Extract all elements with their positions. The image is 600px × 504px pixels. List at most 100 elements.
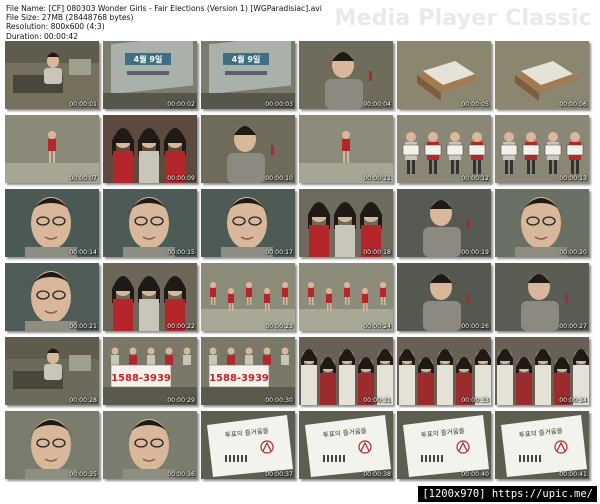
frame-timestamp: 00:00:38 xyxy=(363,471,391,478)
frame-image xyxy=(103,189,197,257)
thumbnail-frame[interactable]: 00:00:33 xyxy=(397,337,491,405)
frame-timestamp: 00:00:04 xyxy=(363,101,391,108)
frame-image xyxy=(495,115,589,183)
frame-timestamp: 00:00:40 xyxy=(461,471,489,478)
thumbnail-frame[interactable]: 00:00:17 xyxy=(201,189,295,257)
frame-image xyxy=(5,41,99,109)
frame-image: 투표의 즐거움을 xyxy=(299,411,393,479)
frame-image: 4월 9일 xyxy=(103,41,197,109)
thumbnail-frame[interactable]: 4월 9일 00:00:02 xyxy=(103,41,197,109)
frame-image: 1588-3939 xyxy=(201,337,295,405)
frame-timestamp: 00:00:01 xyxy=(69,101,97,108)
thumbnail-frame[interactable]: 00:00:22 xyxy=(103,263,197,331)
frame-timestamp: 00:00:02 xyxy=(167,101,195,108)
brand-watermark: Media Player Classic xyxy=(334,6,592,31)
frame-image xyxy=(495,41,589,109)
thumbnail-frame[interactable]: 00:00:31 xyxy=(299,337,393,405)
frame-timestamp: 00:00:21 xyxy=(69,323,97,330)
thumbnail-frame[interactable]: 00:00:09 xyxy=(103,115,197,183)
frame-image xyxy=(103,263,197,331)
thumbnail-frame[interactable]: 00:00:06 xyxy=(495,41,589,109)
frame-image xyxy=(397,41,491,109)
frame-timestamp: 00:00:12 xyxy=(461,175,489,182)
frame-image xyxy=(5,263,99,331)
thumbnail-frame[interactable]: 00:00:20 xyxy=(495,189,589,257)
frame-image xyxy=(299,41,393,109)
frame-timestamp: 00:00:17 xyxy=(265,249,293,256)
image-host-label: [1200x970] https://upic.me/ xyxy=(418,486,597,502)
frame-timestamp: 00:00:26 xyxy=(461,323,489,330)
thumbnail-frame[interactable]: 00:00:28 xyxy=(5,337,99,405)
frame-image xyxy=(201,115,295,183)
thumbnail-frame[interactable]: 00:00:34 xyxy=(495,337,589,405)
frame-timestamp: 00:00:03 xyxy=(265,101,293,108)
frame-timestamp: 00:00:33 xyxy=(461,397,489,404)
frame-timestamp: 00:00:19 xyxy=(461,249,489,256)
thumbnail-frame[interactable]: 00:00:26 xyxy=(397,263,491,331)
frame-timestamp: 00:00:20 xyxy=(559,249,587,256)
file-size-text: File Size: 27MB (28448768 bytes) xyxy=(6,13,134,23)
thumbnail-grid: 00:00:01 4월 9일 00:00:02 4월 9일 00:00:03 00:00:… xyxy=(5,41,589,479)
thumbnail-frame[interactable]: 투표의 즐거움을 00:00:37 xyxy=(201,411,295,479)
frame-timestamp: 00:00:30 xyxy=(265,397,293,404)
thumbnail-frame[interactable]: 1588-3939 00:00:30 xyxy=(201,337,295,405)
frame-timestamp: 00:00:35 xyxy=(69,471,97,478)
svg-text:4월 9일: 4월 9일 xyxy=(232,54,261,64)
thumbnail-frame[interactable]: 00:00:36 xyxy=(103,411,197,479)
frame-timestamp: 00:00:22 xyxy=(167,323,195,330)
thumbnail-frame[interactable]: 4월 9일 00:00:03 xyxy=(201,41,295,109)
frame-image xyxy=(397,189,491,257)
frame-timestamp: 00:00:09 xyxy=(167,175,195,182)
resolution-text: Resolution: 800x600 (4:3) xyxy=(6,22,105,32)
frame-image xyxy=(103,115,197,183)
thumbnail-frame[interactable]: 00:00:10 xyxy=(201,115,295,183)
thumbnail-frame[interactable]: 00:00:24 xyxy=(299,263,393,331)
frame-image xyxy=(299,189,393,257)
frame-image: 투표의 즐거움을 xyxy=(495,411,589,479)
frame-timestamp: 00:00:24 xyxy=(363,323,391,330)
thumbnail-frame[interactable]: 00:00:21 xyxy=(5,263,99,331)
file-name-text: File Name: [CF] 080303 Wonder Girls - Fa… xyxy=(6,4,322,13)
frame-timestamp: 00:00:06 xyxy=(559,101,587,108)
svg-text:4월 9일: 4월 9일 xyxy=(134,54,163,64)
file-info: File Name: [CF] 080303 Wonder Girls - Fa… xyxy=(6,4,322,41)
frame-timestamp: 00:00:05 xyxy=(461,101,489,108)
thumbnail-frame[interactable]: 투표의 즐거움을 00:00:38 xyxy=(299,411,393,479)
thumbnail-frame[interactable]: 00:00:19 xyxy=(397,189,491,257)
thumbnail-frame[interactable]: 00:00:12 xyxy=(397,115,491,183)
frame-image xyxy=(299,337,393,405)
frame-timestamp: 00:00:34 xyxy=(559,397,587,404)
thumbnail-frame[interactable]: 00:00:04 xyxy=(299,41,393,109)
thumbnail-frame[interactable]: 00:00:15 xyxy=(103,189,197,257)
thumbnail-frame[interactable]: 투표의 즐거움을 00:00:40 xyxy=(397,411,491,479)
thumbnail-frame[interactable]: 00:00:07 xyxy=(5,115,99,183)
thumbnail-frame[interactable]: 00:00:11 xyxy=(299,115,393,183)
frame-timestamp: 00:00:10 xyxy=(265,175,293,182)
frame-timestamp: 00:00:23 xyxy=(265,323,293,330)
thumbnail-frame[interactable]: 00:00:13 xyxy=(495,115,589,183)
thumbnail-frame[interactable]: 1588-3939 00:00:29 xyxy=(103,337,197,405)
frame-image xyxy=(299,263,393,331)
thumbnail-frame[interactable]: 00:00:05 xyxy=(397,41,491,109)
frame-image xyxy=(201,263,295,331)
thumbnail-frame[interactable]: 00:00:27 xyxy=(495,263,589,331)
frame-image: 투표의 즐거움을 xyxy=(397,411,491,479)
frame-image xyxy=(397,337,491,405)
frame-image xyxy=(5,115,99,183)
svg-text:1588-3939: 1588-3939 xyxy=(209,373,269,384)
thumbnail-frame[interactable]: 00:00:35 xyxy=(5,411,99,479)
thumbnail-frame[interactable]: 00:00:01 xyxy=(5,41,99,109)
thumbnail-frame[interactable]: 투표의 즐거움을 00:00:41 xyxy=(495,411,589,479)
frame-timestamp: 00:00:11 xyxy=(363,175,391,182)
frame-timestamp: 00:00:37 xyxy=(265,471,293,478)
thumbnail-frame[interactable]: 00:00:18 xyxy=(299,189,393,257)
frame-image xyxy=(397,115,491,183)
frame-image: 4월 9일 xyxy=(201,41,295,109)
frame-timestamp: 00:00:15 xyxy=(167,249,195,256)
thumbnail-frame[interactable]: 00:00:14 xyxy=(5,189,99,257)
frame-image: 1588-3939 xyxy=(103,337,197,405)
thumbnail-frame[interactable]: 00:00:23 xyxy=(201,263,295,331)
frame-timestamp: 00:00:27 xyxy=(559,323,587,330)
frame-image xyxy=(5,411,99,479)
frame-image xyxy=(5,337,99,405)
